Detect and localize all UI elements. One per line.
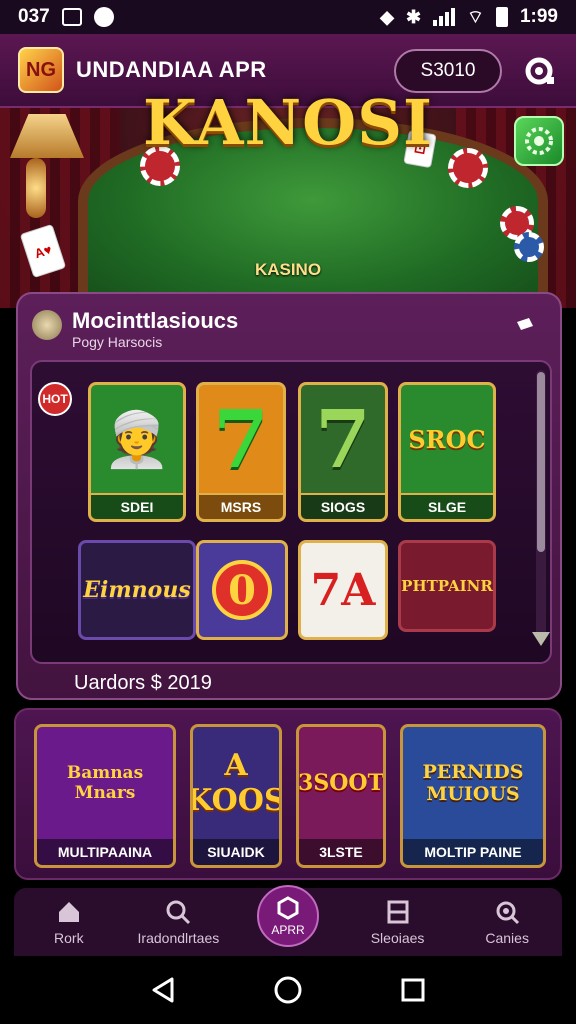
promo-label: SIUAIDK [193, 839, 279, 865]
tag-icon [517, 318, 533, 330]
promo-label: MULTIPAAINA [37, 839, 173, 865]
lamp-glow [26, 158, 46, 218]
panel-footer-text: Uardors $ 2019 [74, 672, 212, 694]
status-time-left: 037 [18, 6, 50, 27]
home-circle-icon[interactable] [273, 975, 303, 1005]
status-bar: 037 ◆ ✱ ⌔ 1:99 [0, 0, 576, 34]
game-tile[interactable]: 7 MSRS [196, 382, 286, 522]
hot-badge: HOT [38, 382, 72, 416]
promo-card[interactable]: A KOOS SIUAIDK [190, 724, 282, 868]
game-grid: HOT 👳 SDEI 7 MSRS 7 SIOGS SROC SLGE Eimn… [30, 360, 552, 664]
game-label: SDEI [91, 493, 183, 519]
game-art: 7 [213, 392, 269, 486]
game-tile[interactable]: SROC SLGE [398, 382, 496, 522]
promo-label: MOLTIP PAINE [403, 839, 543, 865]
system-nav-bar [0, 956, 576, 1024]
game-tile[interactable]: 7 SIOGS [298, 382, 388, 522]
game-tile[interactable]: 7A [298, 540, 388, 640]
app-icon [277, 896, 299, 920]
game-label: SIOGS [301, 493, 385, 519]
promo-art: PERNIDS MUIOUS [422, 761, 524, 805]
back-icon[interactable] [148, 975, 178, 1005]
slots-icon [387, 900, 409, 924]
promo-row: Bamnas Mnars MULTIPAAINA A KOOS SIUAIDK … [14, 708, 562, 880]
wifi-icon: ⌔ [467, 6, 484, 27]
nav-item-home[interactable]: Rork [14, 888, 124, 956]
promo-card[interactable]: Bamnas Mnars MULTIPAAINA [34, 724, 176, 868]
chip-icon [525, 127, 553, 155]
scroll-thumb[interactable] [537, 372, 545, 552]
bluetooth-icon: ✱ [405, 6, 422, 27]
chip-icon [448, 148, 488, 188]
settings-button[interactable] [520, 52, 558, 90]
game-art: 7A [310, 564, 376, 616]
search-icon [166, 900, 191, 925]
section-subtitle: Pogy Harsocis [72, 334, 163, 350]
notification-icon [93, 7, 114, 27]
game-art: 7 [315, 392, 371, 486]
game-art: SROC [408, 424, 486, 454]
games-icon [496, 901, 520, 925]
chip-menu-button[interactable] [514, 116, 564, 166]
battery-icon [495, 7, 508, 27]
nav-label: APRR [271, 923, 305, 937]
promo-card[interactable]: PERNIDS MUIOUS MOLTIP PAINE [400, 724, 546, 868]
promo-card[interactable]: 3SOOT 3LSTE [296, 724, 386, 868]
hero-subtitle: KASINO [254, 260, 322, 279]
cell-signal-icon [433, 8, 456, 26]
gallery-icon [61, 8, 82, 26]
status-time-right: 1:99 [519, 6, 558, 27]
nav-label: Iradondlrtaes [137, 930, 220, 946]
game-label: MSRS [199, 493, 283, 519]
promo-art: 3SOOT [298, 770, 384, 796]
app-title: UNDANDIAA APR [76, 57, 267, 82]
nav-label: Canies [485, 930, 529, 946]
gear-icon [525, 57, 554, 85]
promo-label: 3LSTE [299, 839, 383, 865]
game-art: 👳 [103, 406, 171, 471]
home-icon [58, 902, 79, 922]
game-tile[interactable]: PHTPAINR [398, 540, 496, 632]
signal-icon: ◆ [380, 6, 394, 27]
nav-label: Sleoiaes [370, 930, 425, 946]
nav-active-indicator: APRR [256, 885, 319, 947]
nav-item-slots[interactable]: Sleoiaes [343, 888, 453, 956]
nav-item-games[interactable]: Canies [452, 888, 562, 956]
promo-art: A KOOS [190, 748, 282, 818]
game-art: 0 [199, 543, 285, 637]
game-label: SLGE [401, 493, 493, 519]
game-art-symbol: 0 [212, 560, 272, 620]
featured-panel: Mocinttlasioucs Pogy Harsocis HOT 👳 SDEI… [16, 292, 562, 700]
game-art: Eimnous [83, 577, 191, 603]
game-tile[interactable]: Eimnous [78, 540, 196, 640]
game-tile[interactable]: 0 [196, 540, 288, 640]
recents-icon[interactable] [398, 975, 428, 1005]
trophy-icon [32, 310, 62, 340]
bottom-nav: Rork Iradondlrtaes APRR Sleoiaes Canies [14, 885, 562, 956]
section-title: Mocinttlasioucs [72, 308, 239, 333]
promo-art: Bamnas Mnars [66, 763, 144, 803]
game-tile[interactable]: 👳 SDEI [88, 382, 186, 522]
nav-item-search[interactable]: Iradondlrtaes [124, 888, 234, 956]
scroll-down-arrow-icon[interactable] [532, 632, 550, 646]
hero-title: KANOSI [143, 86, 433, 159]
app-logo[interactable]: NG [18, 47, 64, 93]
nav-label: Rork [54, 930, 84, 946]
panel-menu-button[interactable] [510, 310, 540, 340]
chip-icon [514, 232, 544, 262]
nav-item-app[interactable]: APRR [233, 885, 343, 956]
game-art: PHTPAINR [401, 577, 493, 595]
